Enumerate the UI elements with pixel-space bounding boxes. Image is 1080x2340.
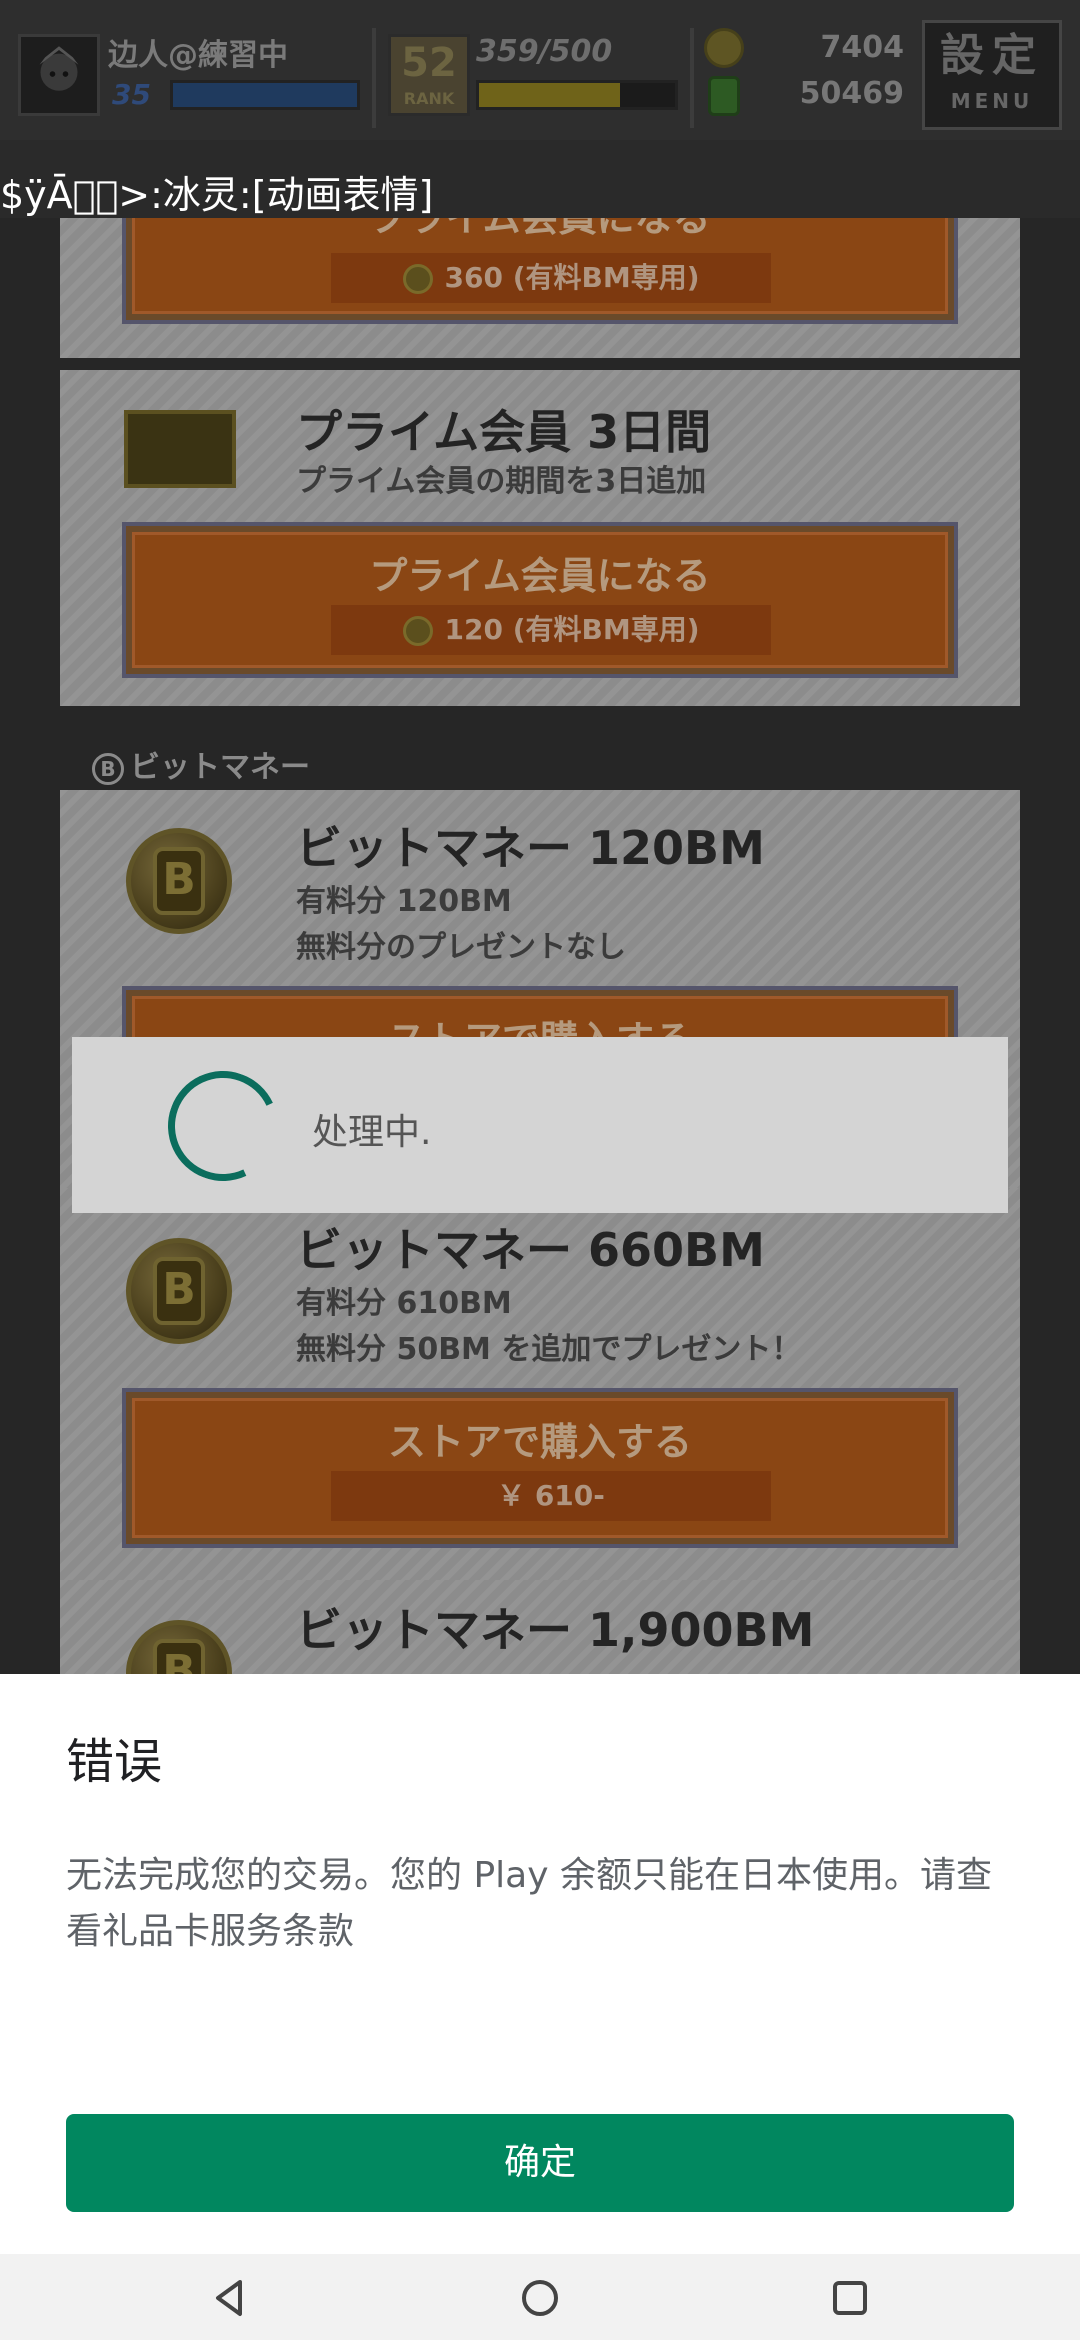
- buy-prime-button[interactable]: プライム会員になる 120 (有料BM専用): [122, 522, 958, 678]
- error-title: 错误: [66, 1734, 163, 1790]
- shop-item-prime-long: プライム会員になる 360 (有料BM専用): [60, 218, 1020, 358]
- gem-icon: [708, 76, 740, 116]
- exp-bar-fill: [479, 83, 620, 107]
- exp-bar: [476, 80, 678, 110]
- shop-list[interactable]: プライム会員になる 360 (有料BM専用) プライム会員 3日間 プライム会員…: [0, 218, 1080, 1674]
- rank-number: 52: [401, 40, 457, 86]
- item-paid-amount: 有料分 120BM: [296, 884, 512, 919]
- price-tag: ￥ 610-: [331, 1471, 771, 1521]
- debug-overlay-text: $ÿĀ  >:冰灵:[动画表情]: [0, 173, 434, 217]
- loading-spinner-icon: [152, 1055, 294, 1197]
- buy-prime-button[interactable]: プライム会員になる 360 (有料BM専用): [122, 218, 958, 324]
- buy-in-store-button[interactable]: ストアで購入する ￥ 610-: [122, 1388, 958, 1548]
- section-title-text: ビットマネー: [130, 750, 310, 785]
- item-subtitle: プライム会員の期間を3日追加: [296, 464, 707, 499]
- price-text: 360 (有料BM専用): [444, 261, 700, 294]
- bm-balance: 7404: [820, 30, 905, 65]
- system-nav-bar: [0, 2254, 1080, 2340]
- button-label: ストアで購入する: [387, 1420, 692, 1464]
- hud-divider: [372, 28, 376, 128]
- item-title: ビットマネー 120BM: [296, 821, 765, 875]
- section-title: B ビットマネー: [92, 742, 310, 786]
- hud-divider: [690, 28, 694, 128]
- ok-button[interactable]: 确定: [66, 2114, 1014, 2212]
- price-tag: 360 (有料BM専用): [331, 253, 771, 303]
- home-icon[interactable]: [512, 2270, 568, 2326]
- shop-item-bm-660: B ビットマネー 660BM 有料分 610BM 無料分 50BM を追加でプレ…: [60, 1188, 1020, 1614]
- item-paid-amount: 有料分 610BM: [296, 1286, 512, 1321]
- bm-coin-icon: B: [126, 828, 232, 934]
- player-avatar[interactable]: [18, 34, 100, 116]
- shop-item-bm-1900: B ビットマネー 1,900BM: [60, 1580, 1020, 1674]
- button-label: プライム会員になる: [369, 554, 711, 598]
- item-free-amount: 無料分のプレゼントなし: [296, 930, 626, 965]
- price-tag: 120 (有料BM専用): [331, 605, 771, 655]
- bm-coin-icon: B: [126, 1620, 232, 1674]
- processing-text: 处理中.: [312, 1112, 432, 1153]
- rank-badge: 52 RANK: [388, 34, 470, 116]
- player-level: 35: [112, 78, 151, 111]
- menu-kanji: 設定: [940, 30, 1044, 81]
- error-message: 无法完成您的交易。您的 Play 余额只能在日本使用。请查看礼品卡服务条款: [66, 1855, 992, 1952]
- menu-label: MENU: [950, 89, 1034, 113]
- button-label: プライム会員になる: [369, 218, 711, 240]
- back-icon[interactable]: [202, 2270, 258, 2326]
- item-title: プライム会員 3日間: [296, 405, 712, 459]
- item-free-amount: 無料分 50BM を追加でプレゼント！: [296, 1332, 802, 1367]
- game-hud: 边人@練習中 35 52 RANK 359/500 7404 50469 設定 …: [0, 0, 1080, 140]
- level-bar: [170, 80, 360, 110]
- avatar-icon: [39, 46, 79, 91]
- player-name: 边人@練習中: [108, 38, 288, 73]
- menu-button[interactable]: 設定 MENU: [922, 20, 1062, 130]
- exp-counter: 359/500: [476, 34, 613, 69]
- item-title: ビットマネー 660BM: [296, 1223, 765, 1277]
- bm-coin-icon: [704, 28, 744, 68]
- processing-toast: 处理中.: [72, 1037, 1008, 1213]
- item-title: ビットマネー 1,900BM: [296, 1603, 815, 1657]
- error-bottom-sheet: 错误 无法完成您的交易。您的 Play 余额只能在日本使用。请查看礼品卡服务条款…: [0, 1674, 1080, 2254]
- bm-coin-icon: [402, 616, 433, 646]
- bm-circle-icon: B: [92, 752, 124, 785]
- bm-coin-icon: [402, 264, 433, 294]
- rank-label: RANK: [403, 89, 455, 108]
- price-text: 120 (有料BM専用): [444, 613, 700, 646]
- recents-icon[interactable]: [822, 2270, 878, 2326]
- bm-coin-icon: B: [126, 1238, 232, 1344]
- shop-item-prime-3days: プライム会員 3日間 プライム会員の期間を3日追加 プライム会員になる 120 …: [60, 370, 1020, 706]
- prime-ticket-icon: [124, 410, 236, 488]
- secondary-balance: 50469: [799, 76, 904, 111]
